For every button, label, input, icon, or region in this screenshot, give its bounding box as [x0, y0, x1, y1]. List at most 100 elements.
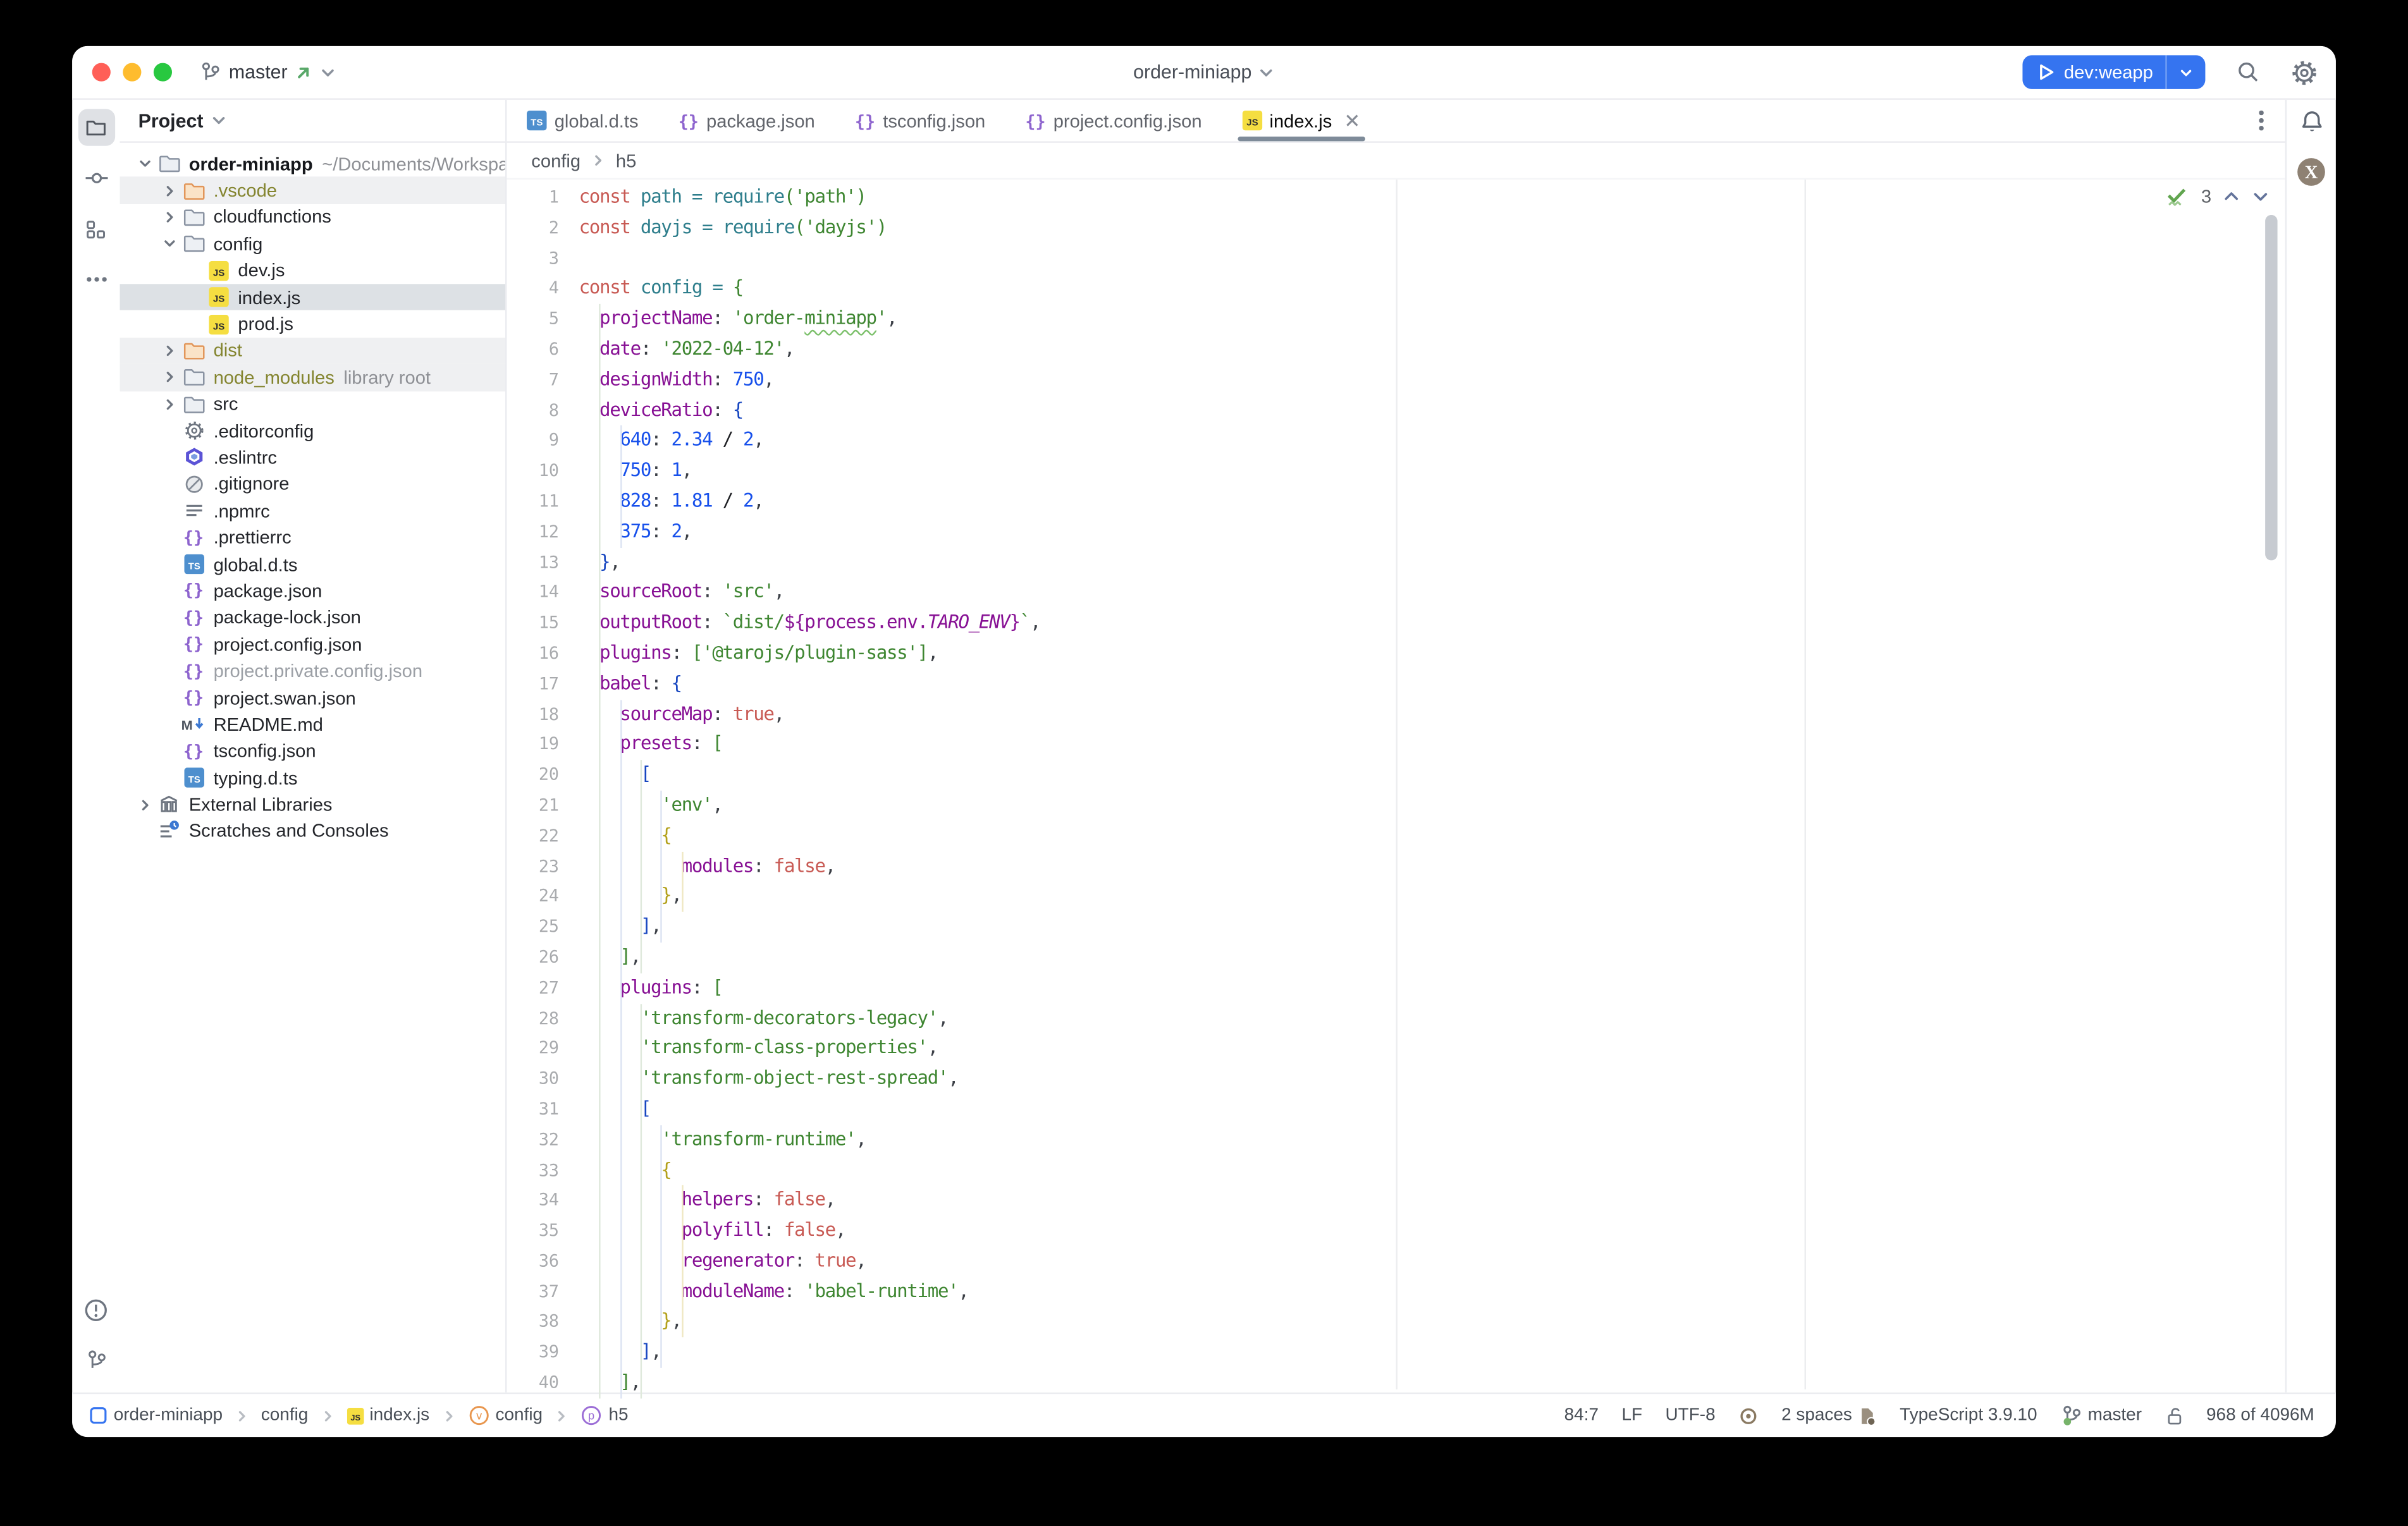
chevron-collapsed-icon[interactable]	[157, 370, 181, 384]
tree-item-package.json[interactable]: {}package.json	[120, 578, 505, 604]
indent[interactable]: 2 spaces	[1781, 1405, 1877, 1425]
line-number: 4	[507, 274, 574, 304]
typescript-version[interactable]: TypeScript 3.9.10	[1900, 1407, 2037, 1425]
tree-item-.editorconfig[interactable]: .editorconfig	[120, 417, 505, 444]
chevron-collapsed-icon[interactable]	[157, 211, 181, 224]
close-window-button[interactable]	[92, 63, 111, 82]
minimize-window-button[interactable]	[123, 63, 141, 82]
code-text: regenerator: true,	[574, 1247, 866, 1277]
chevron-expanded-icon[interactable]	[132, 157, 157, 171]
memory-indicator[interactable]: 968 of 4096M	[2206, 1407, 2314, 1425]
tree-item-Scratches and Consoles[interactable]: Scratches and Consoles	[120, 818, 505, 845]
line-separator[interactable]: LF	[1621, 1407, 1642, 1425]
tab-index.js[interactable]: JSindex.js	[1222, 100, 1381, 142]
git-branch-tool-button[interactable]	[78, 1342, 114, 1379]
js-icon: JS	[347, 1407, 364, 1424]
editor-scrollbar[interactable]	[2265, 215, 2277, 560]
inspections-widget[interactable]: 3	[2166, 186, 2270, 207]
run-configuration-button[interactable]: dev:weapp	[2022, 55, 2205, 89]
indent-guide	[681, 1186, 682, 1338]
tree-item-project.private.config.json[interactable]: {}project.private.config.json	[120, 657, 505, 684]
tab-options-button[interactable]	[2259, 100, 2263, 142]
caret-position[interactable]: 84:7	[1564, 1407, 1599, 1425]
tree-item-.prettierrc[interactable]: {}.prettierrc	[120, 524, 505, 551]
tab-package.json[interactable]: {}package.json	[658, 100, 835, 142]
line-number: 35	[507, 1216, 574, 1247]
breadcrumb-item-config[interactable]: config	[531, 150, 580, 171]
git-branch-widget[interactable]: master	[190, 57, 346, 88]
tree-item-dist[interactable]: dist	[120, 338, 505, 364]
tree-item-label: tsconfig.json	[214, 740, 316, 762]
status-crumb-index.js[interactable]: JSindex.js	[347, 1407, 429, 1425]
indent-icon	[1858, 1405, 1877, 1425]
tree-item-cloudfunctions[interactable]: cloudfunctions	[120, 204, 505, 230]
chevron-expanded-icon[interactable]	[157, 237, 181, 251]
indent-guide	[620, 426, 621, 547]
structure-tool-button[interactable]	[78, 211, 114, 247]
code-editor[interactable]: 1const path = require('path')2const dayj…	[507, 180, 2285, 1393]
tab-global.d.ts[interactable]: TSglobal.d.ts	[507, 100, 658, 142]
close-tab-icon[interactable]	[1344, 112, 1361, 129]
tree-item-config[interactable]: config	[120, 231, 505, 257]
line-number: 21	[507, 791, 574, 821]
commit-tool-button[interactable]	[78, 160, 114, 197]
status-label: 2 spaces	[1781, 1407, 1852, 1425]
status-label: TypeScript 3.9.10	[1900, 1407, 2037, 1425]
search-everywhere-button[interactable]	[2236, 60, 2261, 85]
tree-item-package-lock.json[interactable]: {}package-lock.json	[120, 604, 505, 631]
chevron-collapsed-icon[interactable]	[157, 397, 181, 411]
settings-gear-button[interactable]	[2291, 59, 2317, 85]
tree-item-src[interactable]: src	[120, 391, 505, 417]
run-options-chevron[interactable]	[2167, 55, 2206, 89]
status-crumb-order-miniapp[interactable]: order-miniapp	[89, 1407, 223, 1425]
line-number: 30	[507, 1064, 574, 1094]
tree-item-.npmrc[interactable]: .npmrc	[120, 497, 505, 524]
highlighting-level[interactable]	[1738, 1405, 1759, 1425]
project-panel-header[interactable]: Project	[120, 100, 505, 143]
problems-tool-button[interactable]	[78, 1291, 114, 1328]
tab-project.config.json[interactable]: {}project.config.json	[1005, 100, 1222, 142]
tab-tsconfig.json[interactable]: {}tsconfig.json	[835, 100, 1005, 142]
tree-item-.gitignore[interactable]: .gitignore	[120, 471, 505, 497]
breadcrumb-item-h5[interactable]: h5	[616, 150, 636, 171]
previous-problem-chevron-icon[interactable]	[2222, 187, 2240, 205]
encoding[interactable]: UTF-8	[1665, 1407, 1715, 1425]
tree-item-prod.js[interactable]: JSprod.js	[120, 310, 505, 337]
more-tool-button[interactable]	[78, 261, 114, 298]
tree-item-label: Scratches and Consoles	[189, 821, 389, 842]
status-bar: order-miniappconfigJSindex.jsvconfigph5 …	[72, 1393, 2336, 1437]
zoom-window-button[interactable]	[154, 63, 172, 82]
editor-area: TSglobal.d.ts{}package.json{}tsconfig.js…	[507, 100, 2285, 1393]
tree-item-typing.d.ts[interactable]: TStyping.d.ts	[120, 764, 505, 791]
status-crumb-config[interactable]: config	[261, 1407, 309, 1425]
tree-item-project.swan.json[interactable]: {}project.swan.json	[120, 685, 505, 711]
chevron-collapsed-icon[interactable]	[157, 344, 181, 358]
status-crumb-h5[interactable]: ph5	[581, 1405, 629, 1426]
tree-item-External Libraries[interactable]: External Libraries	[120, 791, 505, 818]
notifications-bell[interactable]	[2298, 109, 2324, 135]
lock[interactable]	[2165, 1405, 2183, 1425]
right-tool-stripe: X	[2285, 100, 2336, 1393]
git-branch[interactable]: master	[2060, 1405, 2142, 1426]
tree-item-global.d.ts[interactable]: TSglobal.d.ts	[120, 551, 505, 578]
code-text: 828: 1.81 / 2,	[574, 487, 763, 517]
tree-item-dev.js[interactable]: JSdev.js	[120, 257, 505, 284]
tree-item-node_modules[interactable]: node_moduleslibrary root	[120, 364, 505, 391]
lines-icon	[181, 501, 206, 521]
chevron-collapsed-icon[interactable]	[132, 798, 157, 812]
tree-item-README.md[interactable]: MREADME.md	[120, 711, 505, 738]
tree-item-label: project.config.json	[214, 633, 362, 655]
tree-item-order-miniapp[interactable]: order-miniapp~/Documents/Workspace/	[120, 150, 505, 177]
status-crumb-config[interactable]: vconfig	[468, 1405, 543, 1426]
line-number: 33	[507, 1156, 574, 1186]
tree-item-.vscode[interactable]: .vscode	[120, 177, 505, 204]
tree-item-index.js[interactable]: JSindex.js	[120, 284, 505, 310]
tree-item-project.config.json[interactable]: {}project.config.json	[120, 631, 505, 657]
line-number: 34	[507, 1186, 574, 1216]
tree-item-tsconfig.json[interactable]: {}tsconfig.json	[120, 738, 505, 764]
plugin-badge-x[interactable]: X	[2296, 157, 2327, 188]
project-folder-tool-button[interactable]	[78, 109, 114, 145]
tree-item-.eslintrc[interactable]: .eslintrc	[120, 444, 505, 471]
next-problem-chevron-icon[interactable]	[2251, 187, 2270, 205]
chevron-collapsed-icon[interactable]	[157, 183, 181, 197]
